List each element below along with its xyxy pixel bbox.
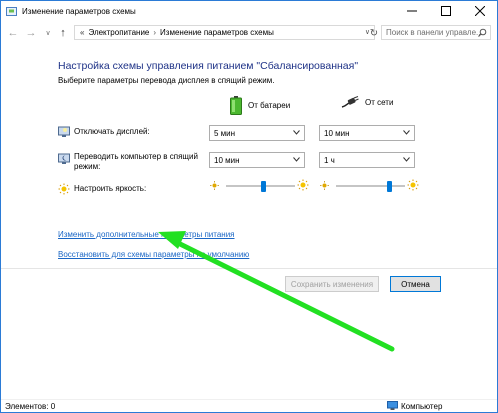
brightness-plugged-slider[interactable] xyxy=(336,185,405,187)
plug-icon xyxy=(341,96,359,108)
recent-locations-button[interactable]: ∨ xyxy=(41,26,55,40)
display-off-battery-select[interactable]: 5 мин xyxy=(209,125,305,141)
breadcrumb-separator: › xyxy=(153,28,157,37)
sleep-battery-value: 10 мин xyxy=(214,155,240,165)
monitor-icon xyxy=(58,126,70,137)
maximize-icon xyxy=(441,6,451,16)
minimize-icon xyxy=(407,10,417,12)
close-icon xyxy=(475,6,485,16)
page-subtitle: Выберите параметры перевода дисплея в сп… xyxy=(58,76,275,85)
title-bar: Изменение параметров схемы xyxy=(1,1,497,23)
dim-sun-icon xyxy=(320,181,329,190)
sleep-battery-select[interactable]: 10 мин xyxy=(209,152,305,168)
sleep-label-line1: Переводить компьютер в спящий xyxy=(74,152,198,161)
refresh-icon: ↻ xyxy=(369,27,379,39)
sun-icon xyxy=(58,183,70,195)
sleep-plugged-select[interactable]: 1 ч xyxy=(319,152,415,168)
forward-arrow-icon: → xyxy=(25,27,37,39)
maximize-button[interactable] xyxy=(429,1,463,21)
up-arrow-icon: ↑ xyxy=(60,27,66,39)
up-button[interactable]: ↑ xyxy=(56,26,70,40)
moon-icon xyxy=(58,153,70,164)
search-icon xyxy=(478,28,487,37)
column-header-battery: От батареи xyxy=(230,96,290,115)
chevron-down-icon xyxy=(293,130,300,135)
divider xyxy=(1,268,497,269)
forward-button[interactable]: → xyxy=(24,26,38,40)
minimize-button[interactable] xyxy=(395,1,429,21)
power-options-icon xyxy=(6,7,17,16)
display-off-plugged-value: 10 мин xyxy=(324,128,350,138)
battery-column-label: От батареи xyxy=(248,101,291,110)
computer-icon xyxy=(387,401,398,410)
close-button[interactable] xyxy=(463,1,497,21)
app-window: Изменение параметров схемы ← → ∨ ↑ « Эле… xyxy=(0,0,498,413)
advanced-settings-link[interactable]: Изменить дополнительные параметры питани… xyxy=(58,230,235,239)
chevron-down-icon: ∨ xyxy=(45,30,51,37)
brightness-battery-thumb[interactable] xyxy=(261,181,267,192)
brightness-plugged-thumb[interactable] xyxy=(387,181,393,192)
cancel-button[interactable]: Отмена xyxy=(390,276,441,292)
search-placeholder: Поиск в панели управле... xyxy=(386,28,483,37)
dim-sun-icon xyxy=(210,181,219,190)
chevron-down-icon xyxy=(293,157,300,162)
status-location-label: Компьютер xyxy=(401,401,443,411)
display-off-plugged-select[interactable]: 10 мин xyxy=(319,125,415,141)
back-arrow-icon: ← xyxy=(7,27,19,39)
search-input[interactable]: Поиск в панели управле... xyxy=(381,25,491,40)
chevron-down-icon xyxy=(403,157,410,162)
status-location: Компьютер xyxy=(387,401,442,411)
chevron-down-icon xyxy=(403,130,410,135)
refresh-button[interactable]: ↻ xyxy=(367,26,381,40)
status-bar: Элементов: 0 Компьютер xyxy=(1,399,497,412)
plugged-column-label: От сети xyxy=(365,97,394,107)
breadcrumb-power-options[interactable]: Электропитание xyxy=(88,28,149,37)
address-bar[interactable]: « Электропитание › Изменение параметров … xyxy=(74,25,375,40)
sleep-label-line2: режим: xyxy=(74,162,101,171)
content-area: Настройка схемы управления питанием "Сба… xyxy=(1,43,497,398)
window-title: Изменение параметров схемы xyxy=(22,7,136,16)
page-title: Настройка схемы управления питанием "Сба… xyxy=(58,60,359,72)
battery-icon xyxy=(230,96,242,115)
back-button[interactable]: ← xyxy=(6,26,20,40)
address-bar-overflow[interactable]: « xyxy=(80,28,84,37)
column-header-plugged: От сети xyxy=(341,96,393,108)
breadcrumb-edit-plan-settings[interactable]: Изменение параметров схемы xyxy=(160,28,274,37)
save-changes-button[interactable]: Сохранить изменения xyxy=(285,276,379,292)
item-count: Элементов: 0 xyxy=(5,402,56,411)
restore-defaults-link[interactable]: Восстановить для схемы параметры по умол… xyxy=(58,250,249,259)
display-off-battery-value: 5 мин xyxy=(214,128,236,138)
brightness-label: Настроить яркость: xyxy=(74,184,147,193)
bright-sun-icon xyxy=(297,179,309,191)
bright-sun-icon xyxy=(407,179,419,191)
display-off-label: Отключать дисплей: xyxy=(74,127,150,136)
sleep-plugged-value: 1 ч xyxy=(324,155,335,165)
